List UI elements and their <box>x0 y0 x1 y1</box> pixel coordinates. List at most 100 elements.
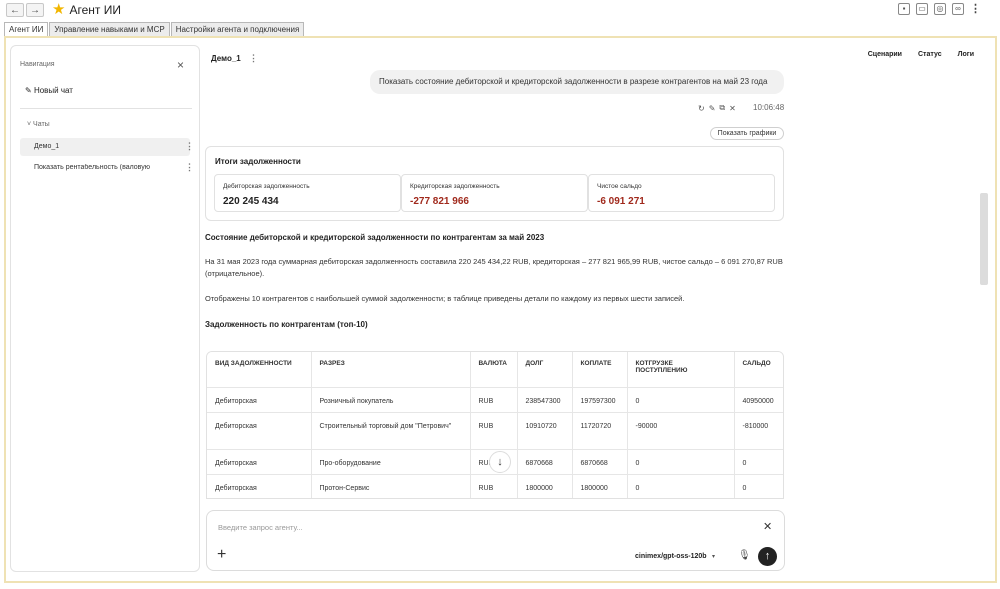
table-cell: -810000 <box>742 422 769 430</box>
column-header[interactable]: КОТГРУЗКЕ ПОСТУПЛЕНИЮ <box>627 352 735 387</box>
table-heading: Задолженность по контрагентам (топ-10) <box>205 320 368 329</box>
table-cell: 0 <box>635 459 640 467</box>
summary-title: Итоги задолженности <box>215 157 301 166</box>
new-chat-button[interactable]: ✎ Новый чат <box>25 86 73 95</box>
clear-icon[interactable]: ✕ <box>763 520 772 533</box>
kpi-payables: Кредиторская задолженность -277 821 966 <box>401 174 588 212</box>
chat-item-label: Показать рентабельность (валовую <box>34 164 150 171</box>
message-tools: ↻ ✎ ⧉ ✕ <box>698 103 736 113</box>
sidebar-chat-item[interactable]: Демо_1 ⋮ <box>20 138 194 156</box>
kpi-value: -277 821 966 <box>410 196 469 207</box>
back-button[interactable]: ← <box>6 3 24 17</box>
kpi-value: -6 091 271 <box>597 196 645 207</box>
table-cell: Дебиторская <box>215 484 257 492</box>
table-cell: 10910720 <box>525 422 557 430</box>
send-button[interactable]: ↑ <box>758 547 777 566</box>
kpi-label: Дебиторская задолженность <box>223 183 310 190</box>
attach-plus-icon[interactable]: + <box>217 547 226 563</box>
table-cell: 0 <box>635 484 640 492</box>
edit-icon[interactable]: ✎ <box>709 104 716 113</box>
favorite-star-icon[interactable]: ★ <box>52 2 65 17</box>
message-timestamp: 10:06:48 <box>753 103 785 112</box>
navigation-sidebar: Навигация × ✎ Новый чат ˅ Чаты Демо_1 ⋮ … <box>10 45 200 572</box>
tab-agent[interactable]: Агент ИИ <box>4 22 49 37</box>
kpi-net-balance: Чистое сальдо -6 091 271 <box>588 174 775 212</box>
kpi-label: Чистое сальдо <box>597 183 642 190</box>
preview-icon[interactable]: ◎ <box>934 3 946 15</box>
column-header[interactable]: КОПЛАТЕ <box>572 352 628 387</box>
prompt-input-box[interactable]: Введите запрос агенту... ✕ + cinimex/gpt… <box>206 510 785 571</box>
logs-link[interactable]: Логи <box>958 51 974 58</box>
column-header[interactable]: ВИД ЗАДОЛЖЕННОСТИ <box>207 352 312 387</box>
header-links: Сценарии Статус Логи <box>868 51 974 58</box>
table-cell: Про-оборудование <box>319 459 381 467</box>
sidebar-chat-item[interactable]: Показать рентабельность (валовую ⋮ <box>20 159 194 177</box>
window-title: Агент ИИ <box>69 3 121 17</box>
status-link[interactable]: Статус <box>918 51 942 58</box>
link-icon[interactable]: ∞ <box>952 3 964 15</box>
more-vertical-icon[interactable]: ⋮ <box>249 53 258 64</box>
title-bar: ← → ★ Агент ИИ ▪ ▭ ◎ ∞ ⋮ <box>0 0 1000 20</box>
table-cell: 40950000 <box>742 397 774 405</box>
tab-bar: Агент ИИ Управление навыками и MCP Настр… <box>4 22 305 37</box>
table-cell: RUB <box>478 484 494 492</box>
more-vertical-icon[interactable]: ⋮ <box>185 141 194 152</box>
chats-section-toggle[interactable]: ˅ Чаты <box>27 121 50 128</box>
print-icon[interactable]: ▭ <box>916 3 928 15</box>
microphone-icon[interactable]: 🎙 <box>738 550 751 561</box>
table-cell: 238547300 <box>525 397 561 405</box>
table-cell: 197597300 <box>580 397 616 405</box>
arrow-down-icon: ↓ <box>497 456 503 468</box>
forward-button[interactable]: → <box>26 3 44 17</box>
table-cell: 1800000 <box>525 484 553 492</box>
table-cell: 0 <box>742 459 747 467</box>
show-charts-button[interactable]: Показать графики <box>710 127 784 140</box>
chevron-down-icon: ˅ <box>27 121 32 128</box>
table-row: Дебиторская Строительный торговый дом "П… <box>207 411 783 449</box>
more-vertical-icon[interactable]: ⋮ <box>185 162 194 173</box>
scrollbar[interactable] <box>978 46 990 572</box>
table-row: Дебиторская Розничный покупатель RUB 238… <box>207 386 783 412</box>
save-icon[interactable]: ▪ <box>898 3 910 15</box>
delete-icon[interactable]: ✕ <box>729 104 736 113</box>
chat-item-label: Демо_1 <box>34 143 60 150</box>
table-cell: RUB <box>478 397 494 405</box>
close-icon[interactable]: × <box>177 58 184 72</box>
scenarios-link[interactable]: Сценарии <box>868 51 902 58</box>
column-header[interactable]: РАЗРЕЗ <box>311 352 471 387</box>
tab-skills-mcp[interactable]: Управление навыками и MCP <box>49 22 170 37</box>
pencil-icon: ✎ <box>25 86 32 95</box>
column-header[interactable]: ДОЛГ <box>517 352 573 387</box>
tab-agent-settings[interactable]: Настройки агента и подключения <box>170 22 305 37</box>
answer-paragraph: Отображены 10 контрагентов с наибольшей … <box>205 294 685 303</box>
table-cell: 6870668 <box>580 459 608 467</box>
chevron-down-icon[interactable]: ▾ <box>712 553 715 560</box>
copy-icon[interactable]: ⧉ <box>719 103 725 113</box>
table-cell: Протон-Сервис <box>319 484 370 492</box>
kpi-receivables: Дебиторская задолженность 220 245 434 <box>214 174 401 212</box>
table-cell: Дебиторская <box>215 397 257 405</box>
model-selector[interactable]: cinimex/gpt-oss-120b <box>635 553 707 560</box>
table-cell: -90000 <box>635 422 658 430</box>
table-row: Дебиторская Протон-Сервис RUB 1800000 18… <box>207 473 783 498</box>
kpi-label: Кредиторская задолженность <box>410 183 500 190</box>
column-header[interactable]: ВАЛЮТА <box>470 352 518 387</box>
column-header[interactable]: САЛЬДО <box>734 352 783 387</box>
debt-table: ВИД ЗАДОЛЖЕННОСТИ РАЗРЕЗ ВАЛЮТА ДОЛГ КОП… <box>206 351 784 499</box>
table-cell: Розничный покупатель <box>319 397 394 405</box>
sidebar-divider <box>20 108 192 109</box>
table-cell: RUB <box>478 422 494 430</box>
table-cell: 6870668 <box>525 459 553 467</box>
window-tools: ▪ ▭ ◎ ∞ ⋮ <box>898 3 981 15</box>
sidebar-title: Навигация <box>20 61 55 68</box>
scroll-down-button[interactable]: ↓ <box>489 451 511 473</box>
prompt-placeholder[interactable]: Введите запрос агенту... <box>218 523 303 532</box>
table-cell: Дебиторская <box>215 459 257 467</box>
table-cell: 11720720 <box>580 422 612 430</box>
retry-icon[interactable]: ↻ <box>698 104 705 113</box>
table-cell: Дебиторская <box>215 422 257 430</box>
user-message-bubble: Показать состояние дебиторской и кредито… <box>370 70 784 94</box>
more-icon[interactable]: ⋮ <box>970 3 981 15</box>
chats-header-label: Чаты <box>33 121 50 128</box>
scrollbar-thumb[interactable] <box>980 193 988 285</box>
